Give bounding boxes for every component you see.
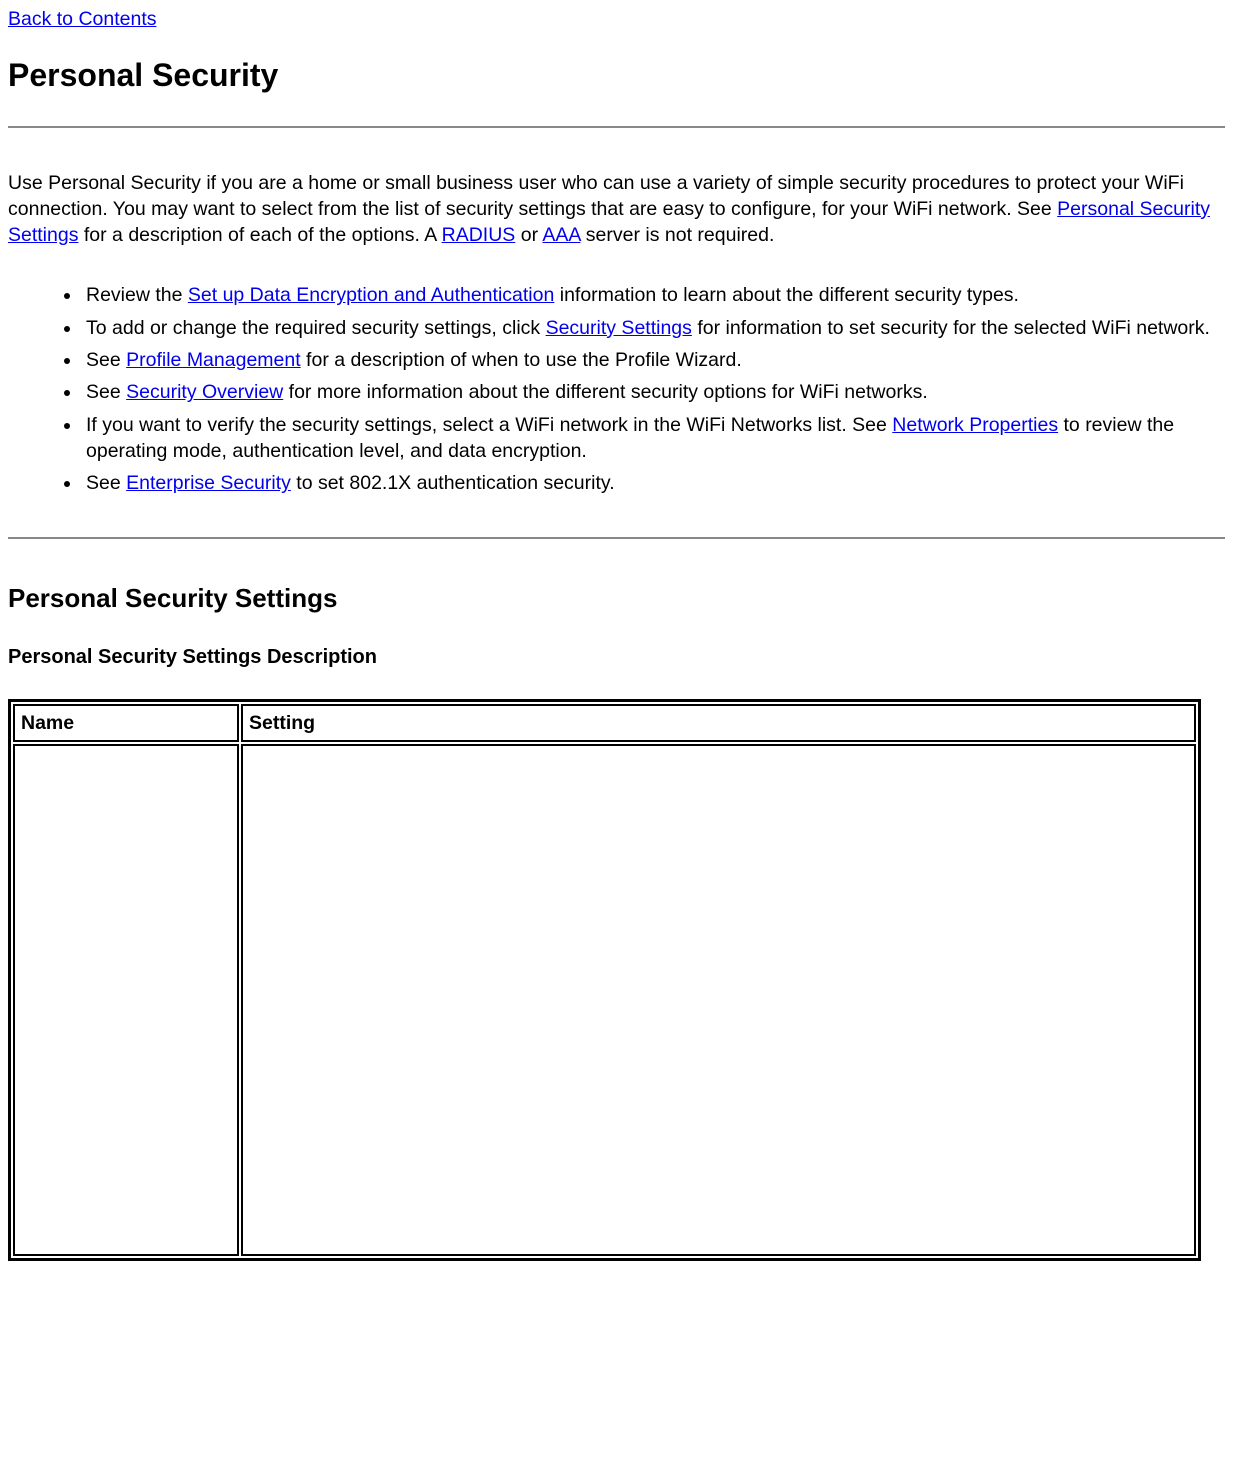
security-settings-link[interactable]: Security Settings [546, 317, 692, 339]
back-to-contents-link[interactable]: Back to Contents [8, 8, 157, 30]
list-item: Review the Set up Data Encryption and Au… [82, 282, 1225, 308]
table-cell [241, 744, 1196, 1256]
page-title: Personal Security [8, 54, 1225, 97]
table-header-setting: Setting [241, 704, 1196, 742]
list-item: See Enterprise Security to set 802.1X au… [82, 470, 1225, 496]
intro-text: for a description of each of the options… [78, 224, 441, 246]
list-text: See [86, 349, 126, 371]
table-header-name: Name [13, 704, 239, 742]
table-cell [13, 744, 239, 1256]
intro-text: or [515, 224, 542, 246]
settings-table: Name Setting [8, 699, 1201, 1261]
intro-text: server is not required. [580, 224, 774, 246]
list-text: To add or change the required security s… [86, 317, 546, 339]
list-item: See Profile Management for a description… [82, 347, 1225, 373]
network-properties-link[interactable]: Network Properties [892, 414, 1058, 436]
list-text: for a description of when to use the Pro… [301, 349, 742, 371]
list-text: Review the [86, 284, 188, 306]
list-text: for information to set security for the … [692, 317, 1210, 339]
list-item: If you want to verify the security setti… [82, 412, 1225, 465]
section-subheading: Personal Security Settings Description [8, 644, 1225, 671]
data-encryption-link[interactable]: Set up Data Encryption and Authenticatio… [188, 284, 554, 306]
list-item: See Security Overview for more informati… [82, 379, 1225, 405]
list-text: for more information about the different… [283, 381, 928, 403]
list-text: information to learn about the different… [554, 284, 1019, 306]
divider [8, 126, 1225, 128]
radius-link[interactable]: RADIUS [442, 224, 516, 246]
intro-paragraph: Use Personal Security if you are a home … [8, 170, 1225, 249]
profile-management-link[interactable]: Profile Management [126, 349, 301, 371]
intro-text: Use Personal Security if you are a home … [8, 172, 1184, 220]
aaa-link[interactable]: AAA [542, 224, 580, 246]
enterprise-security-link[interactable]: Enterprise Security [126, 472, 291, 494]
instruction-list: Review the Set up Data Encryption and Au… [52, 282, 1225, 496]
divider [8, 537, 1225, 539]
list-text: See [86, 381, 126, 403]
list-text: See [86, 472, 126, 494]
list-text: If you want to verify the security setti… [86, 414, 892, 436]
list-text: to set 802.1X authentication security. [291, 472, 615, 494]
section-heading: Personal Security Settings [8, 581, 1225, 616]
list-item: To add or change the required security s… [82, 315, 1225, 341]
security-overview-link[interactable]: Security Overview [126, 381, 283, 403]
